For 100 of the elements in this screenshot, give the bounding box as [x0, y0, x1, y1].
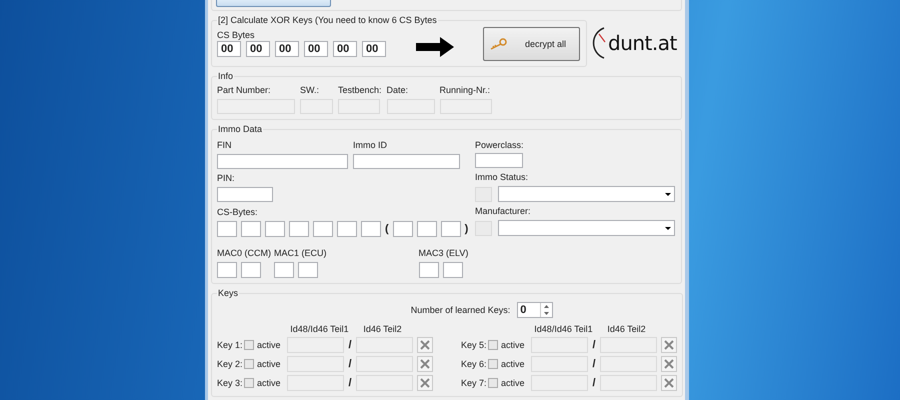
separator: /: [591, 338, 597, 350]
field-label: Manufacturer:: [475, 206, 532, 217]
group-title: Keys: [217, 288, 240, 298]
clear-button[interactable]: [661, 374, 677, 390]
key-label: Key 7:: [461, 378, 488, 388]
field-label: Powerclass:: [475, 140, 525, 151]
field-label: SW.:: [300, 85, 320, 96]
fin-field[interactable]: [217, 154, 348, 169]
checkbox-label: active: [501, 378, 526, 388]
cs-bytes-label: CS Bytes: [217, 30, 256, 41]
parenthesis: (: [385, 223, 389, 235]
byte-field[interactable]: [440, 221, 461, 237]
checkbox[interactable]: [244, 358, 254, 368]
close-icon: [664, 378, 674, 388]
byte-field[interactable]: [313, 221, 333, 237]
column-header: Id48/Id46 Teil1: [533, 324, 594, 334]
parenthesis: ): [464, 223, 468, 235]
byte-field[interactable]: 00: [333, 41, 357, 57]
key-icon: [490, 38, 507, 50]
checkbox-label: active: [501, 340, 526, 350]
byte-field[interactable]: 00: [246, 41, 270, 57]
field-label: PIN:: [217, 173, 236, 184]
separator: /: [347, 376, 353, 388]
mac-field[interactable]: [442, 262, 463, 278]
separator: /: [591, 358, 597, 370]
field-label: FIN: [217, 140, 232, 151]
decrypt-button[interactable]: decrypt all: [483, 27, 580, 61]
field-label: Running-Nr.:: [440, 85, 492, 96]
mac-field[interactable]: [298, 262, 318, 278]
dropdown-arrow-icon: [665, 226, 671, 230]
byte-field[interactable]: 00: [275, 41, 299, 57]
byte-field[interactable]: [289, 221, 309, 237]
byte-field[interactable]: [361, 221, 381, 237]
dropdown-arrow-icon: [665, 192, 671, 196]
separator: /: [347, 358, 353, 370]
checkbox-label: active: [257, 378, 282, 388]
field-label: MAC3 (ELV): [418, 248, 468, 259]
arrow-icon: [416, 37, 454, 57]
field-label: Immo ID: [353, 140, 388, 151]
logo-text: dunt.at: [607, 30, 677, 57]
key-label: Key 3:: [217, 378, 244, 388]
close-icon: [420, 340, 430, 350]
field-label: Part Number:: [217, 85, 272, 96]
clear-button[interactable]: [661, 356, 677, 372]
field-label: MAC0 (CCM): [217, 248, 271, 259]
byte-field[interactable]: [416, 221, 437, 237]
group-title: Info: [217, 71, 234, 81]
clear-button[interactable]: [417, 336, 433, 352]
close-icon: [420, 378, 430, 388]
close-icon: [664, 340, 674, 350]
checkbox[interactable]: [488, 378, 498, 388]
byte-field[interactable]: [217, 221, 237, 237]
column-header: Id46 Teil2: [606, 324, 647, 334]
key-label: Key 1:: [217, 340, 244, 350]
byte-field[interactable]: [392, 221, 413, 237]
down-icon: [544, 312, 550, 315]
mac-field[interactable]: [217, 262, 237, 278]
up-icon: [544, 305, 550, 308]
learned-keys-spinner[interactable]: 0: [517, 302, 554, 318]
column-header: Id46 Teil2: [362, 324, 403, 334]
immo-id-field[interactable]: [353, 154, 460, 169]
byte-field[interactable]: [337, 221, 357, 237]
dropdown[interactable]: [498, 220, 675, 236]
byte-field[interactable]: 00: [304, 41, 328, 57]
field-label: Testbench:: [338, 85, 382, 96]
close-icon: [420, 358, 430, 368]
pin-field[interactable]: [217, 187, 273, 202]
mac-field[interactable]: [241, 262, 261, 278]
clear-button[interactable]: [417, 374, 433, 390]
clear-button[interactable]: [661, 336, 677, 352]
key-label: Key 2:: [217, 358, 244, 368]
group-title: Immo Data: [217, 124, 264, 134]
byte-field[interactable]: [241, 221, 261, 237]
field-label: Date:: [386, 85, 410, 96]
mac-field[interactable]: [274, 262, 294, 278]
dropdown[interactable]: [498, 186, 675, 202]
key-label: Key 5:: [461, 340, 488, 350]
gauge-icon: [592, 26, 606, 60]
checkbox[interactable]: [244, 378, 254, 388]
checkbox[interactable]: [488, 340, 498, 350]
separator: /: [347, 338, 353, 350]
clear-button[interactable]: [417, 356, 433, 372]
mac-field[interactable]: [418, 262, 439, 278]
checkbox[interactable]: [244, 340, 254, 350]
checkbox-label: active: [257, 340, 282, 350]
close-icon: [664, 358, 674, 368]
checkbox-label: active: [501, 358, 526, 368]
byte-field[interactable]: 00: [362, 41, 386, 57]
field-label: CS-Bytes:: [217, 207, 259, 218]
learned-keys-label: Number of learned Keys:: [410, 305, 510, 315]
field-label: Immo Status:: [475, 172, 530, 183]
byte-field[interactable]: 00: [217, 41, 241, 57]
powerclass-field[interactable]: [475, 153, 523, 168]
separator: /: [591, 376, 597, 388]
group-title: [2] Calculate XOR Keys (You need to know 6 CS Bytes: [217, 15, 438, 25]
checkbox[interactable]: [488, 358, 498, 368]
column-header: Id48/Id46 Teil1: [289, 324, 350, 334]
byte-field[interactable]: [265, 221, 285, 237]
checkbox-label: active: [257, 358, 282, 368]
key-label: Key 6:: [461, 358, 488, 368]
